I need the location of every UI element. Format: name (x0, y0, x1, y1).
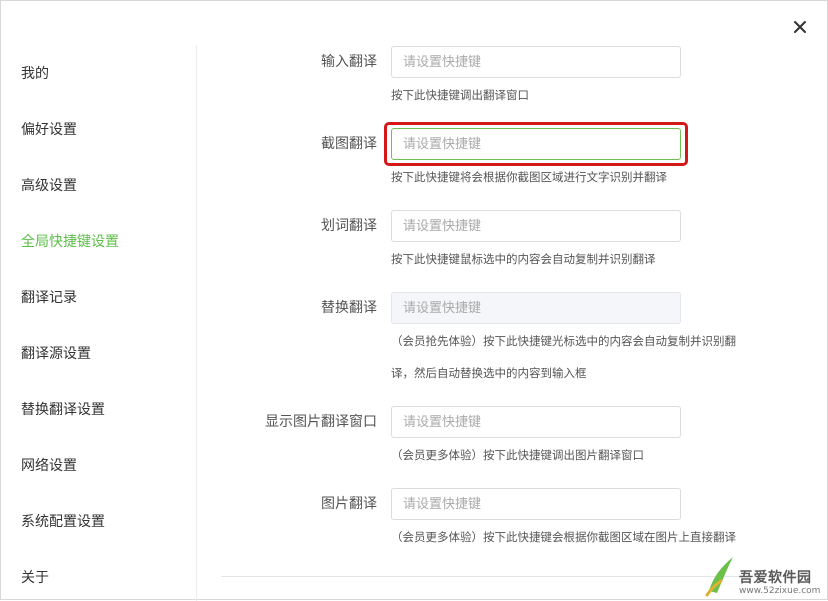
hotkey-input-show-image-window[interactable] (391, 406, 681, 438)
content-divider (221, 576, 806, 577)
hotkey-input-image-translate[interactable] (391, 488, 681, 520)
hotkey-desc-selection-translate: 按下此快捷键鼠标选中的内容会自动复制并识别翻译 (391, 252, 656, 266)
hotkey-label-input-translate: 输入翻译 (321, 54, 377, 70)
watermark-brand: 吾爱软件园 (739, 570, 812, 586)
sidebar-item-system[interactable]: 系统配置设置 (21, 512, 105, 532)
hotkey-desc-image-translate: （会员更多体验）按下此快捷键会根据你截图区域在图片上直接翻译 (391, 530, 736, 544)
watermark-logo-icon (705, 557, 733, 597)
hotkey-desc-show-image-window: （会员更多体验）按下此快捷键调出图片翻译窗口 (391, 448, 644, 462)
hotkey-input-input-translate[interactable] (391, 46, 681, 78)
hotkey-label-screenshot-translate: 截图翻译 (321, 136, 377, 152)
hotkey-input-selection-translate[interactable] (391, 210, 681, 242)
close-button[interactable] (787, 14, 813, 40)
settings-window: 我的 偏好设置 高级设置 全局快捷键设置 翻译记录 翻译源设置 替换翻译设置 网… (0, 0, 828, 601)
hotkey-label-replace-translate: 替换翻译 (321, 300, 377, 316)
hotkey-desc-replace-translate-line1: （会员抢先体验）按下此快捷键光标选中的内容会自动复制并识别翻 (391, 334, 736, 348)
hotkey-desc-input-translate: 按下此快捷键调出翻译窗口 (391, 88, 529, 102)
watermark: 吾爱软件园 www.52zixue.com (703, 547, 825, 599)
sidebar-item-advanced[interactable]: 高级设置 (21, 176, 77, 196)
sidebar-item-my[interactable]: 我的 (21, 64, 49, 84)
hotkey-label-image-translate: 图片翻译 (321, 496, 377, 512)
watermark-url: www.52zixue.com (739, 586, 821, 596)
close-icon (794, 21, 806, 33)
sidebar-item-network[interactable]: 网络设置 (21, 456, 77, 476)
hotkey-label-show-image-window: 显示图片翻译窗口 (265, 414, 377, 430)
sidebar-item-global-hotkeys[interactable]: 全局快捷键设置 (21, 232, 119, 252)
hotkey-desc-replace-translate-line2: 译，然后自动替换选中的内容到输入框 (391, 366, 587, 380)
hotkey-desc-screenshot-translate: 按下此快捷键将会根据你截图区域进行文字识别并翻译 (391, 170, 667, 184)
sidebar-item-preferences[interactable]: 偏好设置 (21, 120, 77, 140)
hotkey-label-selection-translate: 划词翻译 (321, 218, 377, 234)
sidebar-item-replace[interactable]: 替换翻译设置 (21, 400, 105, 420)
sidebar-item-history[interactable]: 翻译记录 (21, 288, 77, 308)
settings-sidebar: 我的 偏好设置 高级设置 全局快捷键设置 翻译记录 翻译源设置 替换翻译设置 网… (1, 45, 197, 601)
sidebar-item-sources[interactable]: 翻译源设置 (21, 344, 91, 364)
sidebar-item-about[interactable]: 关于 (21, 568, 49, 588)
hotkey-input-replace-translate (391, 292, 681, 324)
hotkey-input-screenshot-translate[interactable] (391, 128, 681, 160)
